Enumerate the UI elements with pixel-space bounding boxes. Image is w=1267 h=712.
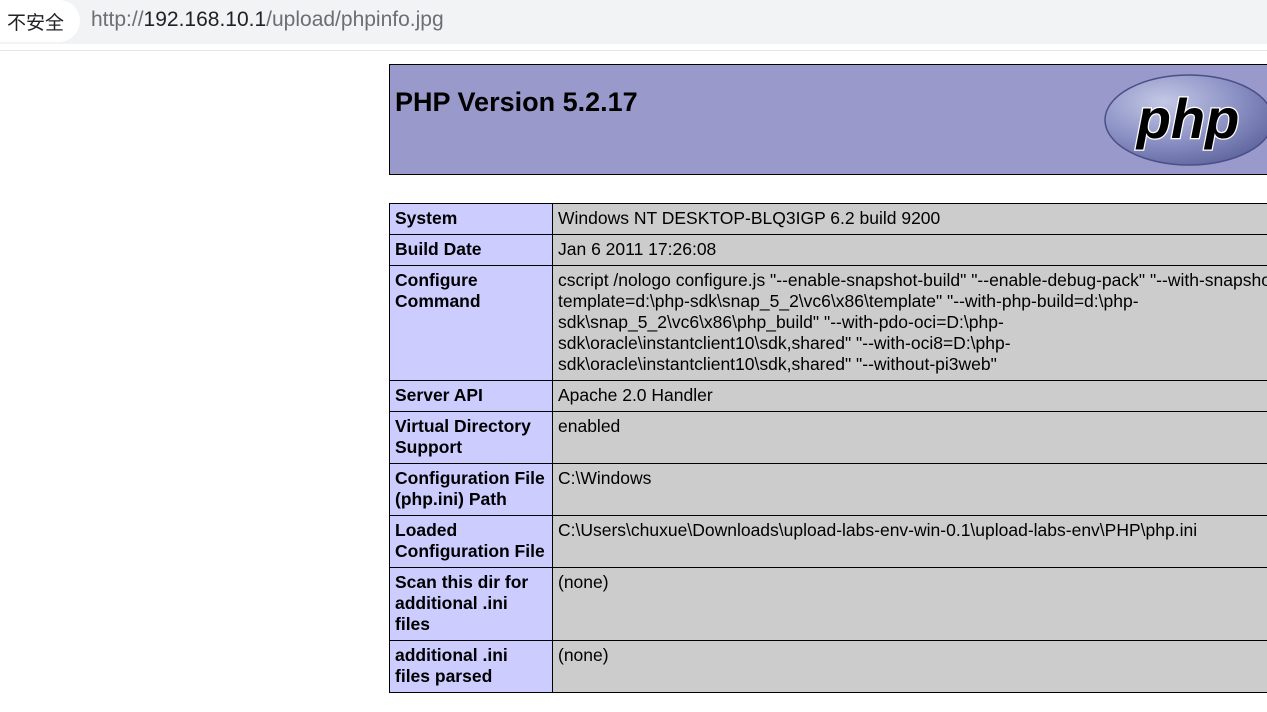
info-table: System Windows NT DESKTOP-BLQ3IGP 6.2 bui… <box>389 203 1267 693</box>
table-row: Virtual Directory Support enabled <box>389 411 1267 464</box>
address-bar[interactable]: 不安全 http://192.168.10.1/upload/phpinfo.j… <box>0 0 1267 44</box>
row-key: additional .ini files parsed <box>389 640 553 693</box>
row-value: enabled <box>552 411 1267 464</box>
url-field[interactable]: http://192.168.10.1/upload/phpinfo.jpg <box>91 8 444 32</box>
row-key: Configuration File (php.ini) Path <box>389 463 553 516</box>
url-host: 192.168.10.1 <box>143 8 267 31</box>
security-label: 不安全 <box>7 11 65 34</box>
url-path: /upload/phpinfo.jpg <box>266 8 444 31</box>
security-indicator[interactable]: 不安全 <box>0 0 80 42</box>
table-row: Loaded Configuration File C:\Users\chuxue… <box>389 515 1267 568</box>
table-row: additional .ini files parsed (none) <box>389 640 1267 693</box>
row-value: C:\Users\chuxue\Downloads\upload-labs-en… <box>552 515 1267 568</box>
phpinfo-header: PHP Version 5.2.17 php <box>389 64 1267 175</box>
table-row: Server API Apache 2.0 Handler <box>389 380 1267 412</box>
row-key: Build Date <box>389 234 553 266</box>
row-value: Windows NT DESKTOP-BLQ3IGP 6.2 build 920… <box>552 203 1267 235</box>
row-key: Configure Command <box>389 265 553 381</box>
table-row: Configuration File (php.ini) Path C:\Wind… <box>389 463 1267 516</box>
row-key: Scan this dir for additional .ini files <box>389 567 553 641</box>
row-value: C:\Windows <box>552 463 1267 516</box>
row-key: Virtual Directory Support <box>389 411 553 464</box>
table-row: System Windows NT DESKTOP-BLQ3IGP 6.2 bui… <box>389 203 1267 235</box>
row-key: System <box>389 203 553 235</box>
row-value: (none) <box>552 567 1267 641</box>
table-row: Build Date Jan 6 2011 17:26:08 <box>389 234 1267 266</box>
table-row: Scan this dir for additional .ini files(… <box>389 567 1267 641</box>
row-value: (none) <box>552 640 1267 693</box>
row-value: cscript /nologo configure.js "--enable-s… <box>552 265 1267 381</box>
row-key: Loaded Configuration File <box>389 515 553 568</box>
php-logo-text: php <box>1135 87 1240 150</box>
toolbar-divider <box>0 50 1267 51</box>
row-value: Jan 6 2011 17:26:08 <box>552 234 1267 266</box>
url-prefix: http:// <box>91 8 144 31</box>
phpinfo-content: PHP Version 5.2.17 php System Windows NT … <box>389 64 1267 693</box>
page-title: PHP Version 5.2.17 <box>395 87 638 117</box>
table-row: Configure Command cscript /nologo configu… <box>389 265 1267 381</box>
php-logo: php <box>1104 74 1267 166</box>
row-key: Server API <box>389 380 553 412</box>
row-value: Apache 2.0 Handler <box>552 380 1267 412</box>
